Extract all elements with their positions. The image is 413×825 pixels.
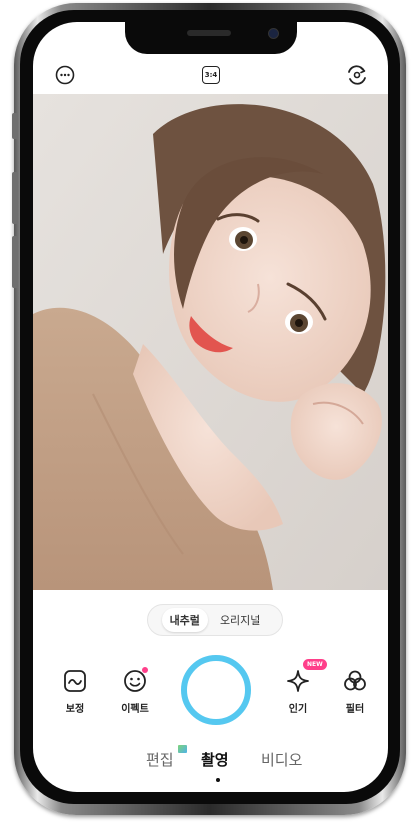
- style-toggle: 내추럴 오리지널: [147, 604, 283, 636]
- filter-label: 필터: [345, 704, 365, 715]
- sparkle-icon: [287, 670, 309, 692]
- effect-button[interactable]: 이펙트: [110, 667, 160, 715]
- preview-image: [33, 94, 388, 590]
- speaker-grille: [187, 30, 231, 36]
- more-button[interactable]: [54, 64, 76, 86]
- active-tab-indicator: [216, 778, 220, 782]
- style-option-natural[interactable]: 내추럴: [161, 608, 208, 632]
- retouch-button[interactable]: 보정: [50, 668, 100, 715]
- effect-icon-wrap: [122, 667, 148, 694]
- ratio-label: 3:4: [204, 71, 218, 79]
- effect-notification-dot: [142, 667, 148, 673]
- popular-label: 인기: [288, 704, 308, 715]
- retouch-icon: [64, 670, 86, 692]
- camera-preview[interactable]: [33, 94, 388, 590]
- switch-camera-icon: [348, 65, 366, 85]
- notch: [125, 22, 297, 54]
- app-screen: 3:4 내추럴 오리지널 보정 이펙트 NEW 인기 필터 편집 촬영 비디오: [33, 22, 388, 792]
- volume-down-button: [12, 236, 18, 288]
- popular-icon-wrap: NEW: [285, 659, 327, 694]
- tab-edit[interactable]: 편집: [146, 749, 174, 770]
- tab-capture[interactable]: 촬영: [201, 749, 229, 770]
- top-bar: 3:4: [33, 58, 388, 94]
- mute-switch: [12, 113, 18, 139]
- effect-label: 이펙트: [121, 704, 149, 715]
- edit-photo-icon: [178, 745, 187, 753]
- filter-icon: [344, 670, 366, 691]
- style-option-original[interactable]: 오리지널: [212, 608, 268, 632]
- front-camera: [268, 28, 279, 39]
- tab-video[interactable]: 비디오: [261, 749, 302, 770]
- volume-up-button: [12, 172, 18, 224]
- shutter-button[interactable]: [181, 655, 251, 725]
- popular-button[interactable]: NEW 인기: [273, 659, 327, 715]
- ratio-icon: 3:4: [202, 66, 220, 84]
- new-badge: NEW: [303, 659, 327, 670]
- switch-camera-button[interactable]: [345, 63, 369, 87]
- filter-button[interactable]: 필터: [330, 668, 380, 715]
- aspect-ratio-button[interactable]: 3:4: [200, 64, 222, 86]
- mode-tabs: 편집 촬영 비디오: [33, 739, 388, 779]
- retouch-label: 보정: [65, 704, 85, 715]
- more-icon: [55, 65, 75, 85]
